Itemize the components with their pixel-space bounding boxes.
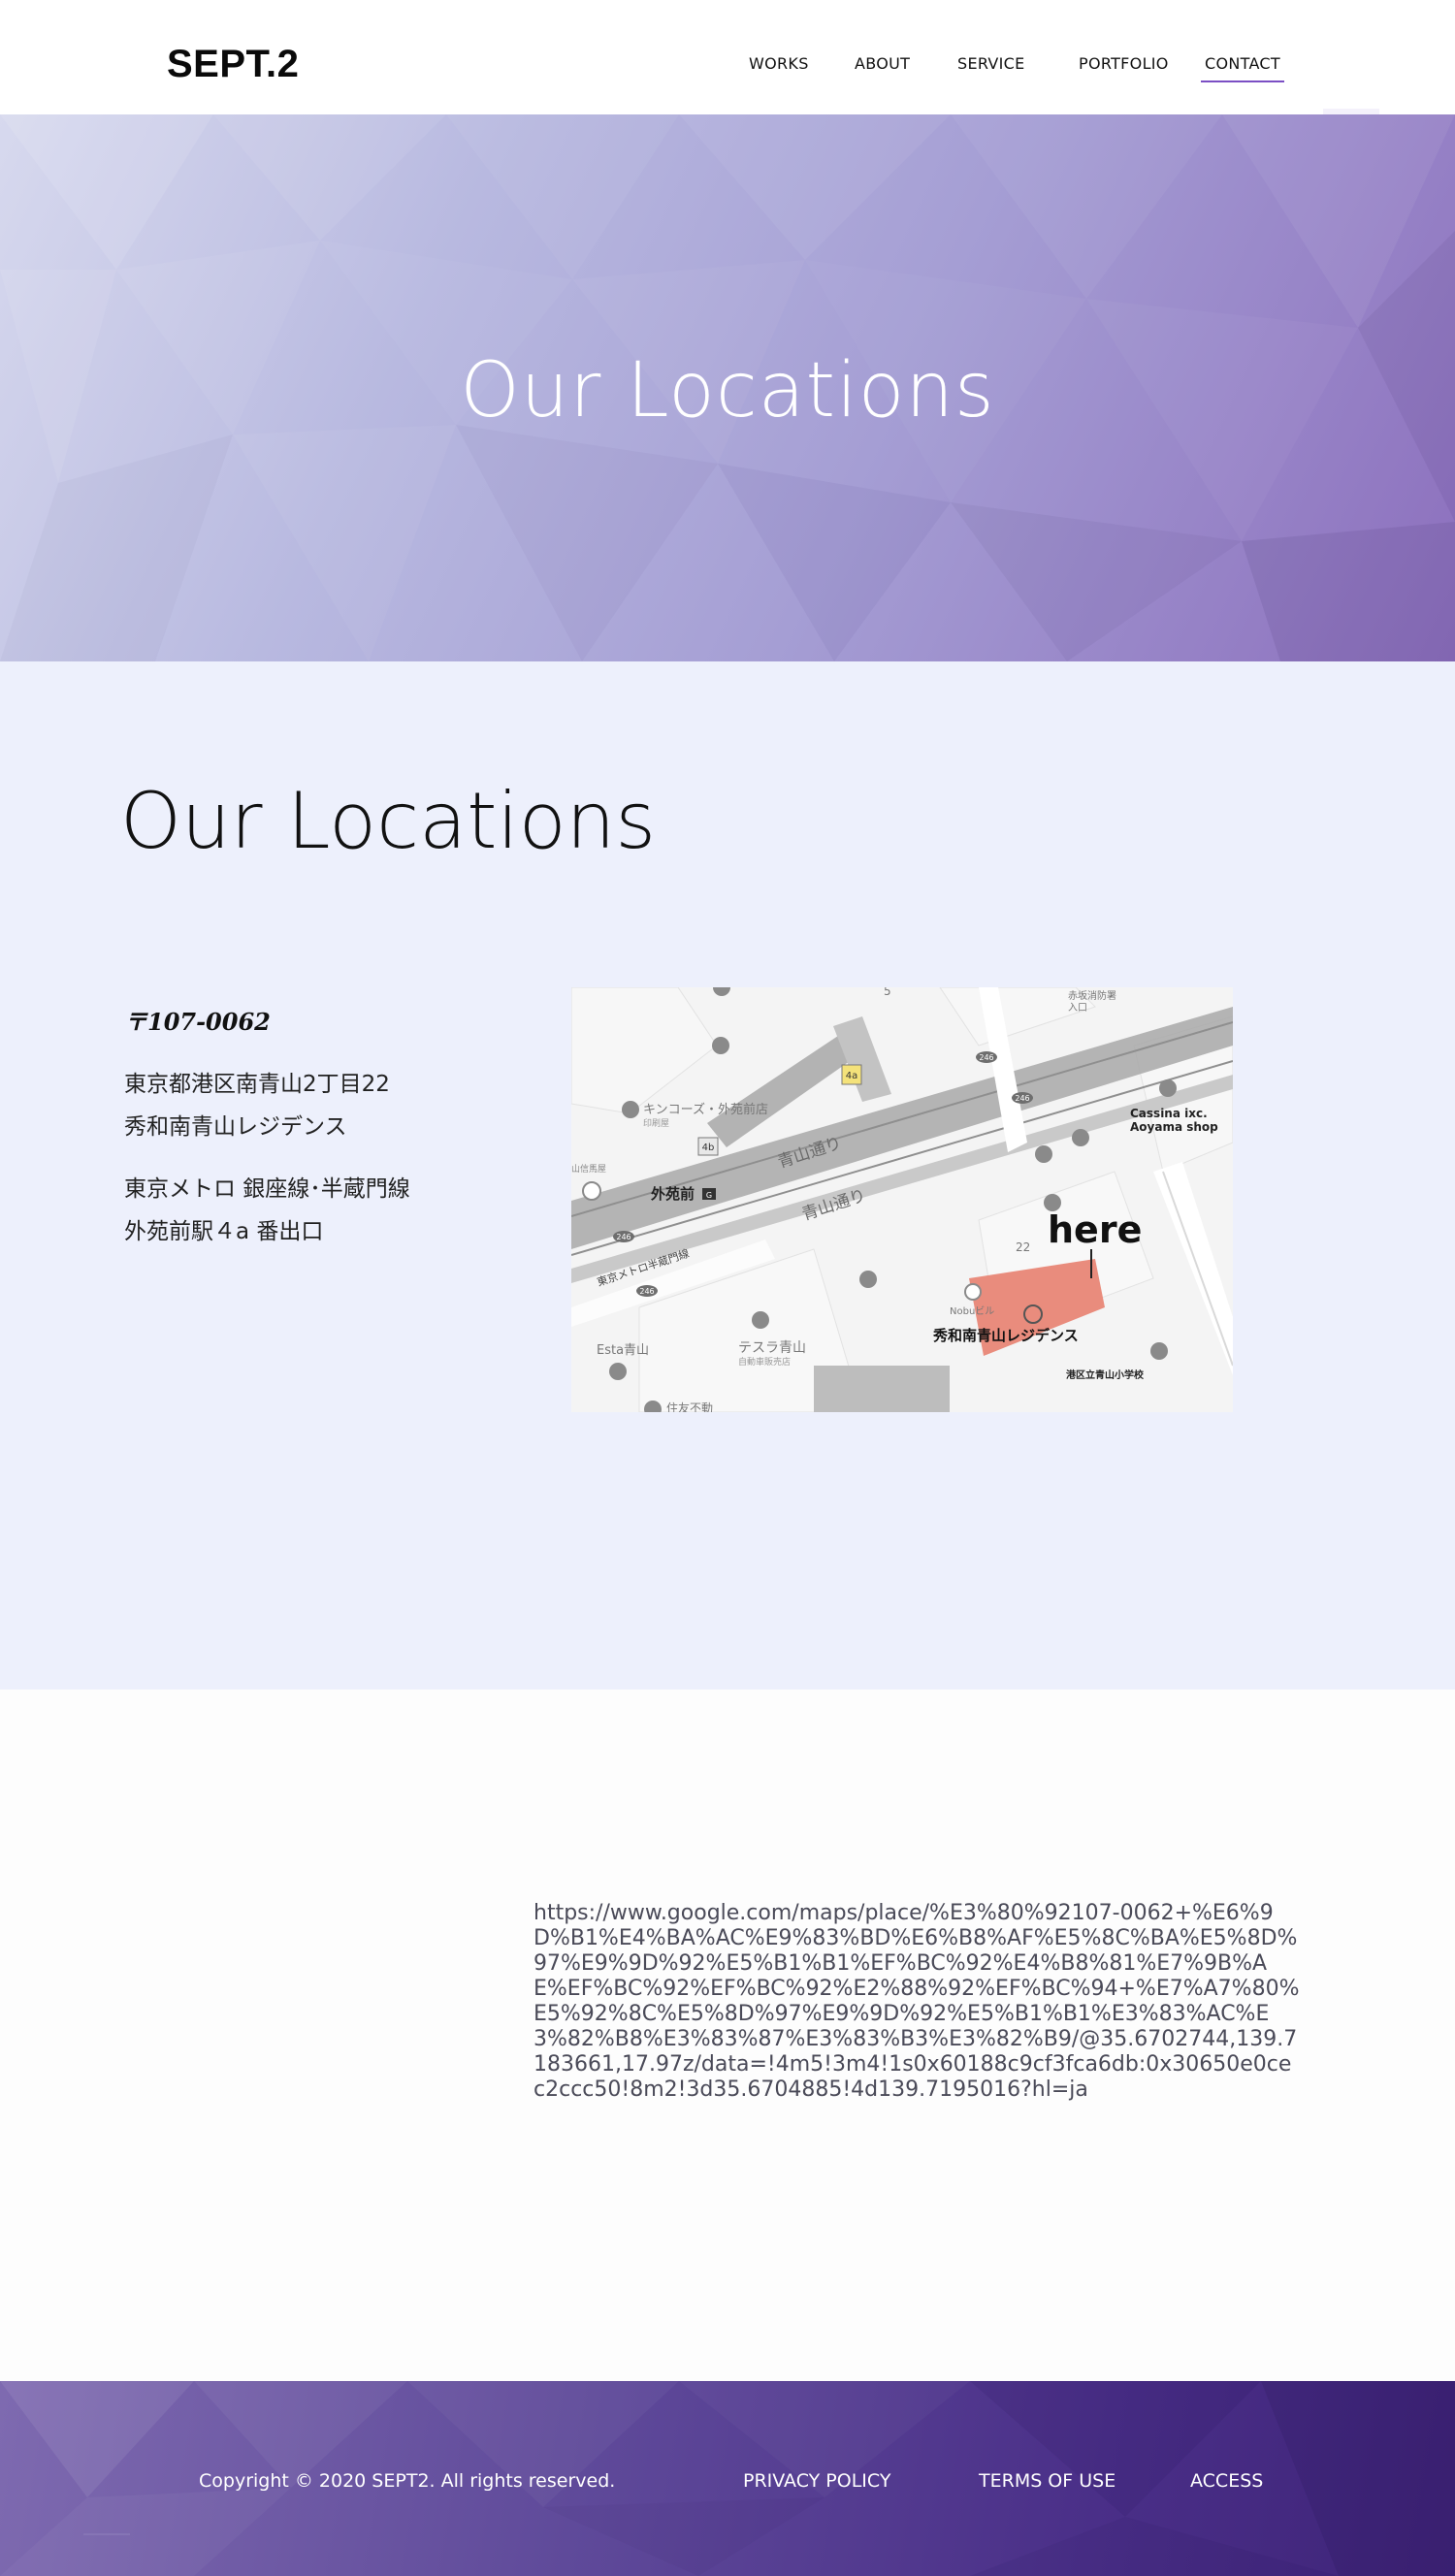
- map-label: 246: [616, 1233, 630, 1241]
- hero-banner: Our Locations: [0, 114, 1455, 661]
- nav-portfolio[interactable]: PORTFOLIO: [1079, 54, 1169, 73]
- locations-section: Our Locations 〒107-0062 東京都港区南青山2丁目22 秀和…: [0, 661, 1455, 1690]
- map-label: 246: [1015, 1094, 1029, 1103]
- section-title: Our Locations: [120, 776, 657, 866]
- map-label: 外苑前: [650, 1185, 695, 1203]
- map-label: 5: [884, 987, 891, 998]
- nav-about[interactable]: ABOUT: [855, 54, 910, 73]
- map-label: 山信馬屋: [571, 1163, 606, 1175]
- access-link[interactable]: ACCESS: [1190, 2470, 1263, 2492]
- address-line: 東京都港区南青山2丁目22: [124, 1072, 390, 1097]
- map-label: Esta青山: [597, 1343, 649, 1358]
- map-label: Nobuビル: [950, 1305, 994, 1317]
- map-marker-label: here: [1048, 1208, 1142, 1251]
- privacy-policy-link[interactable]: PRIVACY POLICY: [743, 2470, 890, 2492]
- postal-code: 〒107-0062: [124, 1008, 271, 1036]
- map-label: 住友不動: [666, 1401, 713, 1412]
- station-line: 東京メトロ 銀座線･半蔵門線: [124, 1176, 410, 1202]
- station-block: 東京メトロ 銀座線･半蔵門線 外苑前駅４a 番出口: [124, 1168, 410, 1253]
- copyright-text: Copyright © 2020 SEPT2. All rights reser…: [199, 2470, 616, 2492]
- map-link-url[interactable]: https://www.google.com/maps/place/%E3%80…: [534, 1901, 1300, 2103]
- station-line: 外苑前駅４a 番出口: [124, 1219, 324, 1244]
- nav-contact[interactable]: CONTACT: [1201, 54, 1284, 82]
- map-building-label: 秀和南青山レジデンス: [932, 1327, 1079, 1344]
- map-label: テスラ青山: [738, 1340, 806, 1356]
- map-label: 246: [639, 1287, 654, 1296]
- map-label: 22: [1016, 1240, 1030, 1254]
- map-label: 246: [979, 1053, 993, 1062]
- map-label: 入口: [1068, 1003, 1087, 1014]
- map-label: 港区立青山小学校: [1066, 1368, 1145, 1381]
- address-block: 東京都港区南青山2丁目22 秀和南青山レジデンス: [124, 1063, 390, 1148]
- map-label: 4b: [702, 1143, 715, 1153]
- footer-divider: [83, 2533, 130, 2535]
- site-logo[interactable]: SEPT.2: [167, 43, 299, 86]
- map-label: 4a: [846, 1071, 858, 1081]
- hero-title: Our Locations: [460, 347, 995, 435]
- map-label: キンコーズ・外苑前店: [643, 1102, 768, 1117]
- address-line: 秀和南青山レジデンス: [124, 1114, 347, 1140]
- site-header: SEPT.2 WORKS ABOUT SERVICE PORTFOLIO CON…: [0, 0, 1455, 114]
- map-label: G: [706, 1191, 712, 1200]
- terms-of-use-link[interactable]: TERMS OF USE: [979, 2470, 1116, 2492]
- map-label: Cassina ixc.: [1130, 1107, 1208, 1120]
- nav-works[interactable]: WORKS: [749, 54, 809, 73]
- location-map[interactable]: 4a 4b 246 246 246 246 G 外苑前 青山通り 青山通り 東京…: [571, 987, 1233, 1412]
- map-label: 印刷屋: [643, 1117, 669, 1129]
- site-footer: Copyright © 2020 SEPT2. All rights reser…: [0, 2381, 1455, 2576]
- nav-service[interactable]: SERVICE: [957, 54, 1025, 73]
- map-label: 自動車販売店: [738, 1356, 791, 1368]
- map-label: 赤坂消防署: [1068, 989, 1116, 1002]
- map-label: Aoyama shop: [1130, 1120, 1218, 1134]
